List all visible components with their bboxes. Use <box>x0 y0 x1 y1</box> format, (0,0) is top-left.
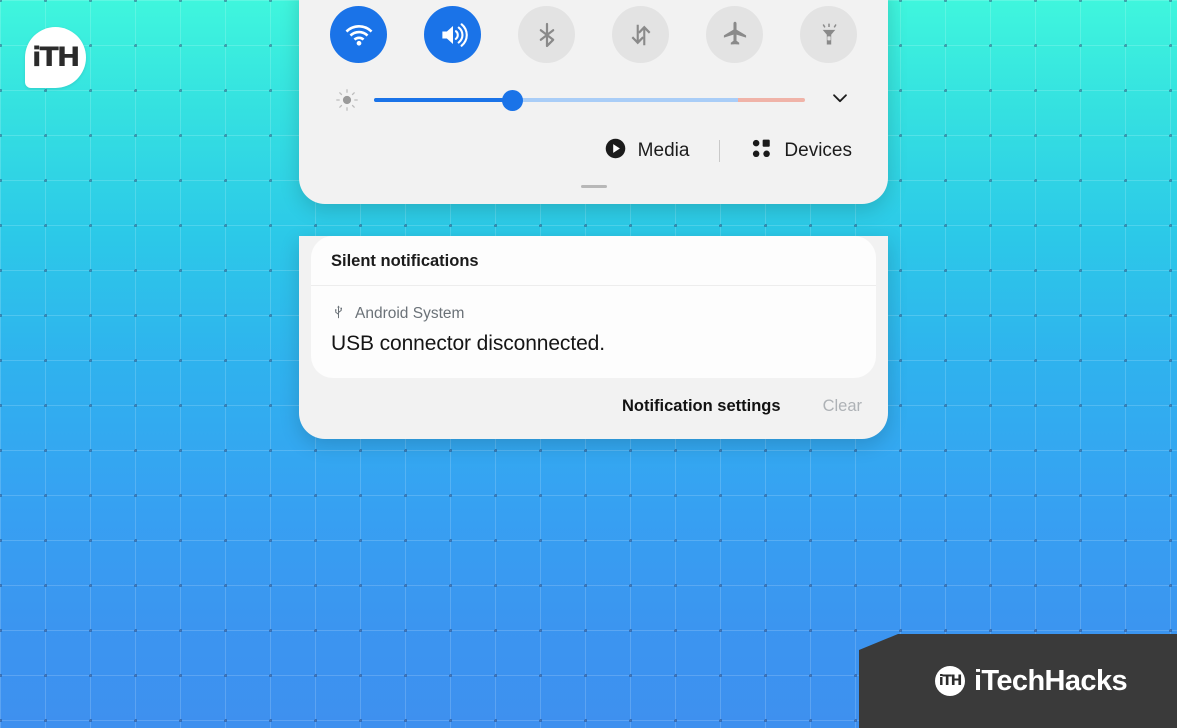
media-label: Media <box>637 140 690 161</box>
wallpaper-background: iTH Media Devices Silent notifications A… <box>0 0 1177 728</box>
ith-logo-mark: iTH <box>32 42 81 73</box>
media-devices-divider <box>719 140 721 162</box>
itechhacks-badge-icon: iTH <box>934 666 965 696</box>
itechhacks-badge-mark: iTH <box>938 673 962 689</box>
ith-logo: iTH <box>25 27 86 88</box>
tile-mobile-data[interactable] <box>612 6 669 63</box>
expand-panel-button[interactable] <box>823 85 857 115</box>
drag-handle[interactable] <box>580 185 607 188</box>
notification-row[interactable]: Android System USB connector disconnecte… <box>311 286 876 378</box>
airplane-icon <box>721 21 749 49</box>
brightness-slider-thumb[interactable] <box>501 90 523 111</box>
itechhacks-wordmark: iTechHacks <box>973 664 1128 697</box>
clear-notifications-button[interactable]: Clear <box>823 397 862 416</box>
notification-app-line: Android System <box>331 304 856 324</box>
flashlight-icon <box>815 21 843 49</box>
tile-volume[interactable] <box>424 6 481 63</box>
notification-shade: Silent notifications Android System USB … <box>299 236 888 439</box>
media-devices-row: Media Devices <box>299 115 888 165</box>
usb-icon <box>331 304 346 324</box>
brightness-slider-fill <box>374 98 512 102</box>
brightness-row <box>299 63 888 115</box>
tile-wifi[interactable] <box>330 6 387 63</box>
brightness-slider[interactable] <box>374 87 805 113</box>
brightness-icon <box>330 85 364 115</box>
media-button[interactable]: Media <box>604 137 690 165</box>
silent-notifications-header: Silent notifications <box>311 236 876 286</box>
bluetooth-icon <box>533 21 561 49</box>
play-circle-icon <box>604 137 627 165</box>
devices-button[interactable]: Devices <box>750 137 852 165</box>
quick-settings-panel: Media Devices <box>299 0 888 204</box>
chevron-down-icon <box>829 87 851 114</box>
data-usage-icon <box>627 21 655 49</box>
notification-settings-button[interactable]: Notification settings <box>622 397 781 416</box>
notification-body-text: USB connector disconnected. <box>331 332 605 355</box>
itechhacks-watermark: iTH iTechHacks <box>859 634 1177 728</box>
devices-grid-icon <box>750 137 773 165</box>
notification-card: Silent notifications Android System USB … <box>311 236 876 378</box>
tile-bluetooth[interactable] <box>518 6 575 63</box>
devices-label: Devices <box>784 140 852 161</box>
notification-app-name: Android System <box>355 305 465 322</box>
tile-airplane-mode[interactable] <box>706 6 763 63</box>
volume-icon <box>438 20 468 50</box>
wifi-icon <box>344 20 374 50</box>
quick-settings-tile-row <box>299 0 888 63</box>
notification-actions-row: Notification settings Clear <box>299 378 888 437</box>
panel-handle-row <box>299 165 888 196</box>
tile-flashlight[interactable] <box>800 6 857 63</box>
